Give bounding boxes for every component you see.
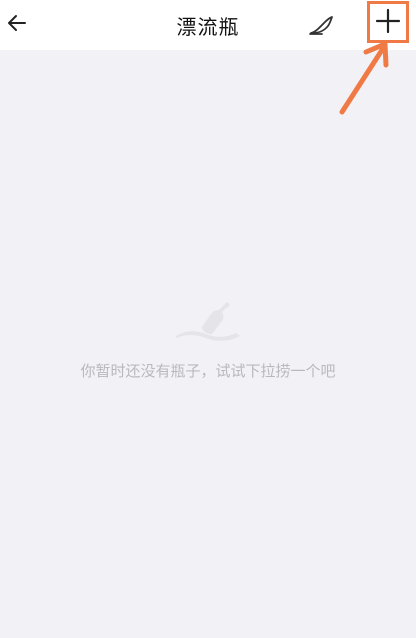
throw-bottle-button[interactable]: [306, 9, 338, 41]
drift-bottle-page: 漂流瓶 你暂时还没有瓶子，试试下拉捞一个吧: [0, 0, 416, 638]
back-arrow-icon: [8, 15, 26, 31]
plus-icon: [375, 8, 401, 34]
bottle-icon: [176, 302, 240, 341]
pen-icon: [309, 16, 333, 35]
empty-state: 你暂时还没有瓶子，试试下拉捞一个吧: [0, 300, 416, 381]
page-title: 漂流瓶: [176, 15, 240, 39]
top-bar: 漂流瓶: [0, 0, 416, 50]
add-button[interactable]: [367, 1, 409, 41]
empty-message: 你暂时还没有瓶子，试试下拉捞一个吧: [80, 362, 336, 380]
back-button[interactable]: [2, 8, 32, 38]
